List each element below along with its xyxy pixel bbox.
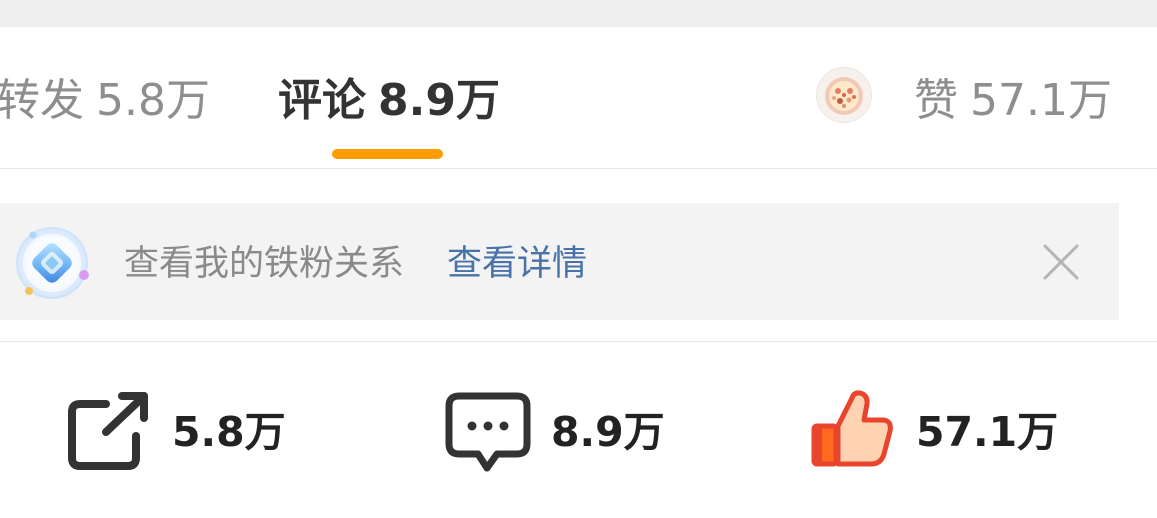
top-strip [0,0,1157,27]
fan-banner-details-link[interactable]: 查看详情 [447,239,587,289]
like-count: 57.1万 [916,408,1059,456]
fan-badge-icon [12,223,94,303]
tab-repost-label: 转发 [0,75,84,126]
liker-avatar[interactable] [816,67,872,123]
share-icon [66,386,156,482]
active-tab-indicator [332,149,443,159]
thumbs-up-icon [808,386,898,482]
repost-count: 5.8万 [172,408,286,456]
repost-button[interactable]: 5.8万 [66,386,286,478]
tab-like[interactable]: 赞 57.1万 [914,71,1112,131]
tab-repost[interactable]: 转发 5.8万 [0,71,210,131]
like-button[interactable]: 57.1万 [808,386,1068,478]
tab-comment-count: 8.9万 [378,75,500,126]
comment-count: 8.9万 [551,408,665,456]
fan-relation-banner[interactable]: 查看我的铁粉关系 查看详情 [0,203,1119,320]
tab-comment-label: 评论 [278,75,366,126]
divider-top [0,168,1157,169]
tab-repost-count: 5.8万 [96,75,210,126]
comment-button[interactable]: 8.9万 [445,386,675,478]
close-icon[interactable] [1040,241,1082,283]
divider-bottom [0,341,1157,342]
tab-bar: 转发 5.8万 评论 8.9万 赞 57.1万 [0,27,1157,168]
comment-bubble-icon [445,386,535,482]
tab-comment[interactable]: 评论 8.9万 [278,71,500,131]
fan-banner-text: 查看我的铁粉关系 [124,244,405,284]
tab-like-count: 57.1万 [970,75,1112,126]
tab-like-label: 赞 [914,75,958,126]
